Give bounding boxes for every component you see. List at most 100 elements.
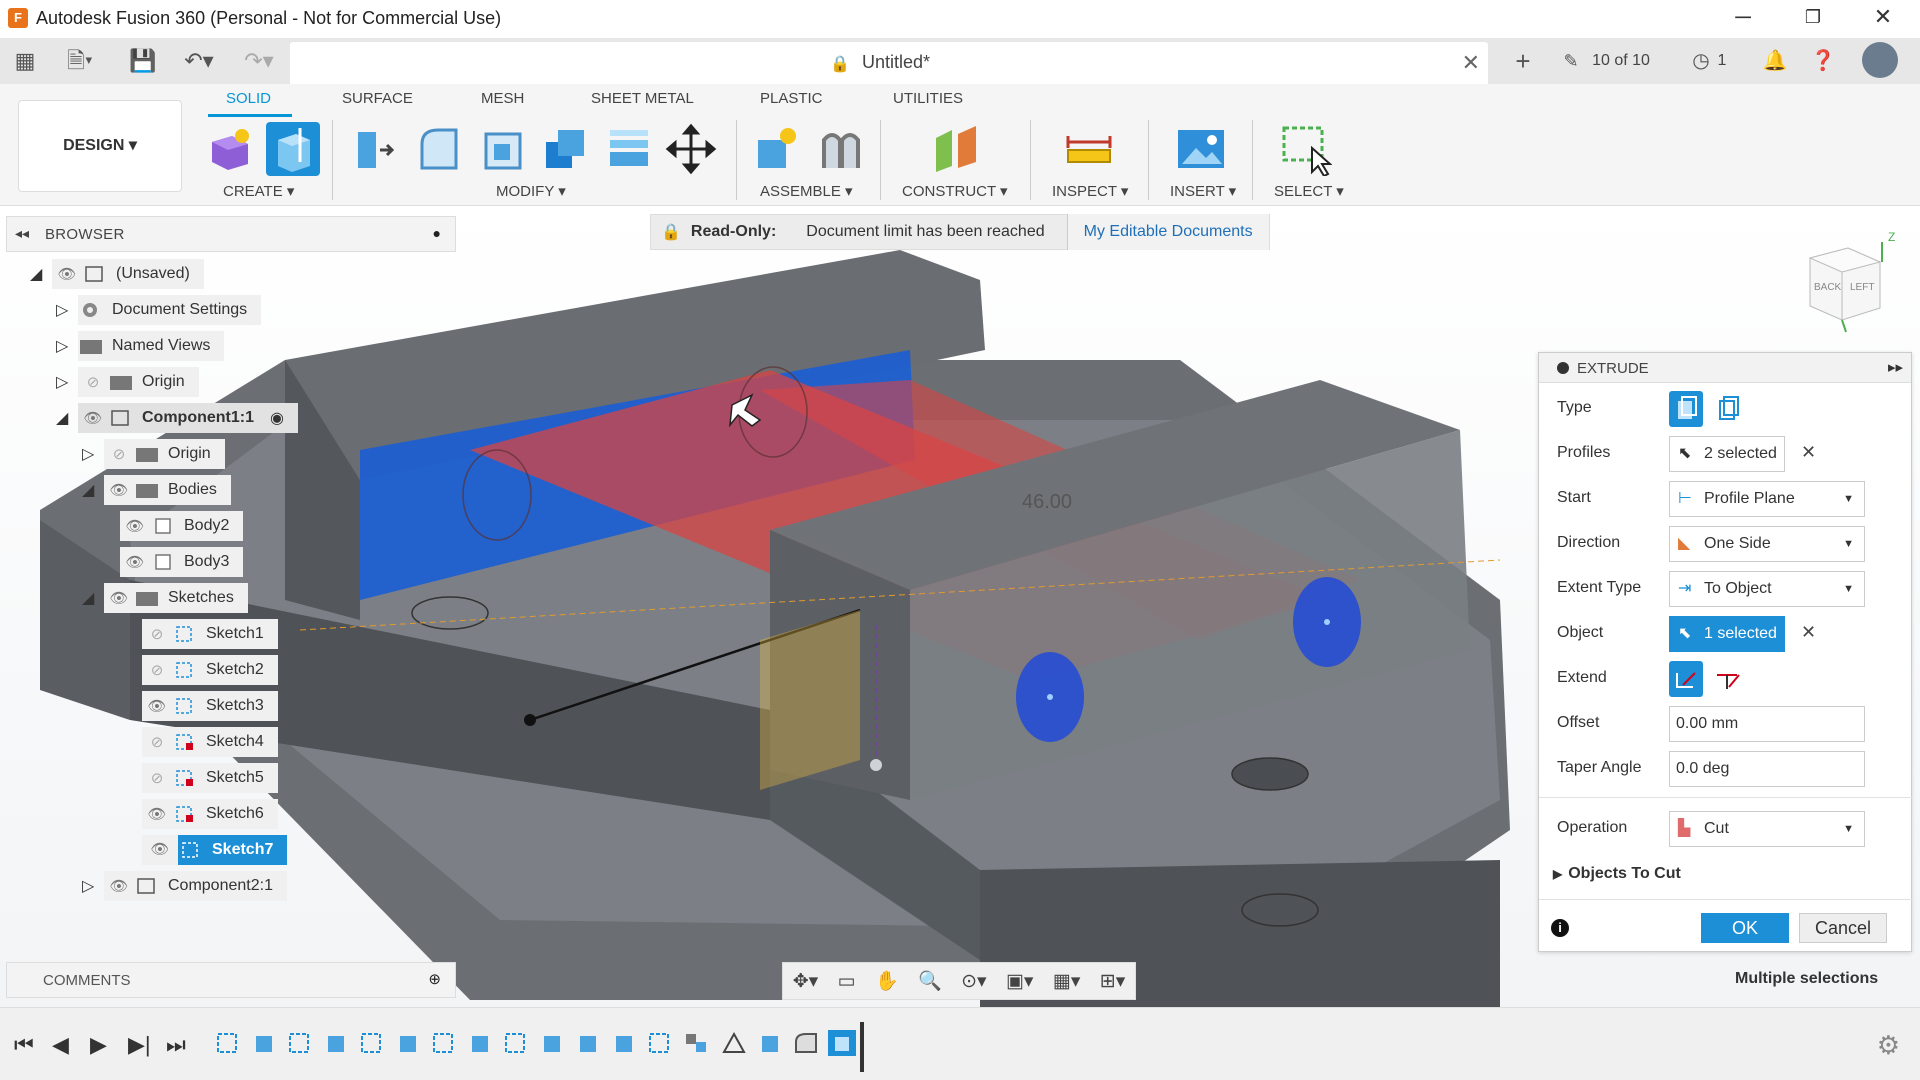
timeline-sketch-icon[interactable] [502, 1030, 530, 1056]
document-tab[interactable]: 🔒 Untitled* ✕ [290, 42, 1488, 84]
timeline-joint-icon[interactable] [720, 1030, 748, 1056]
start-select[interactable]: ⊢ Profile Plane ▼ [1669, 481, 1865, 517]
extend-min-solution-icon[interactable] [1669, 661, 1703, 697]
tree-item-bodies[interactable]: ◢ 👁 Bodies [82, 475, 231, 505]
visibility-icon[interactable]: 👁 [104, 481, 134, 499]
dimension-label[interactable]: 46.00 [1022, 491, 1072, 514]
timeline-extrude-icon[interactable] [610, 1030, 638, 1056]
play-icon[interactable]: ▶ [90, 1032, 107, 1058]
timeline-sketch-icon[interactable] [358, 1030, 386, 1056]
timeline-extrude-icon[interactable] [250, 1030, 278, 1056]
tree-item-sketch5[interactable]: ⊘ Sketch5 [142, 763, 278, 793]
hidden-icon[interactable]: ⊘ [142, 625, 172, 643]
notifications-icon[interactable]: 🔔 [1760, 46, 1790, 76]
timeline-extrude-icon[interactable] [574, 1030, 602, 1056]
clear-object-icon[interactable]: ✕ [1801, 622, 1816, 643]
tree-item-sketch1[interactable]: ⊘ Sketch1 [142, 619, 278, 649]
visibility-icon[interactable]: 👁 [142, 697, 172, 715]
visibility-icon[interactable]: 👁 [52, 265, 82, 283]
extent-type-select[interactable]: ⇥ To Object ▼ [1669, 571, 1865, 607]
offset-face-icon[interactable] [602, 122, 656, 176]
visibility-icon[interactable]: 👁 [120, 517, 150, 535]
step-forward-icon[interactable]: ▶| [128, 1032, 151, 1058]
workspace-switcher[interactable]: DESIGN ▾ [18, 100, 182, 192]
new-component-icon[interactable] [750, 122, 804, 176]
tree-item-sketch6[interactable]: 👁 Sketch6 [142, 799, 278, 829]
expanded-icon[interactable]: ◢ [30, 264, 52, 284]
add-comment-icon[interactable]: ⊕ [428, 970, 441, 988]
tree-item-body3[interactable]: 👁 Body3 [120, 547, 244, 577]
redo-icon[interactable]: ↷▾ [236, 46, 282, 76]
look-at-icon[interactable]: ▭ [838, 970, 856, 993]
group-insert[interactable]: INSERT ▾ [1170, 182, 1236, 200]
apps-grid-icon[interactable]: ▦ [10, 46, 40, 76]
object-selection[interactable]: ⬉ 1 selected [1669, 616, 1785, 652]
timeline-marker[interactable] [860, 1022, 864, 1072]
hidden-icon[interactable]: ⊘ [78, 373, 108, 391]
tree-item-root[interactable]: ◢ 👁 (Unsaved) [30, 259, 204, 289]
timeline-sketch-icon[interactable] [430, 1030, 458, 1056]
new-tab-icon[interactable]: + [1508, 46, 1538, 76]
tree-item-sketch3[interactable]: 👁 Sketch3 [142, 691, 278, 721]
tree-item-named-views[interactable]: ▷ Named Views [56, 331, 225, 361]
group-construct[interactable]: CONSTRUCT ▾ [902, 182, 1008, 200]
undo-icon[interactable]: ↶▾ [176, 46, 222, 76]
extrude-icon[interactable] [266, 122, 320, 176]
tree-item-sketch2[interactable]: ⊘ Sketch2 [142, 655, 278, 685]
clear-profiles-icon[interactable]: ✕ [1801, 442, 1816, 463]
fit-icon[interactable]: ⊙▾ [961, 970, 986, 993]
go-to-end-icon[interactable]: ⏭ [166, 1032, 186, 1058]
dialog-collapse-icon[interactable] [1557, 362, 1569, 374]
visibility-icon[interactable]: 👁 [78, 409, 108, 427]
timeline-active-extrude-icon[interactable] [828, 1030, 856, 1056]
collapse-browser-icon[interactable]: ◂◂ [15, 225, 29, 242]
timeline-fillet-icon[interactable] [792, 1030, 820, 1056]
group-assemble[interactable]: ASSEMBLE ▾ [760, 182, 853, 200]
extrude-dialog-header[interactable]: EXTRUDE ▸▸ [1539, 353, 1911, 383]
extend-faces-icon[interactable] [1711, 661, 1745, 697]
timeline-component-icon[interactable] [682, 1030, 710, 1056]
collapsed-icon[interactable]: ▷ [56, 336, 78, 356]
fillet-icon[interactable] [412, 122, 466, 176]
grid-icon[interactable]: ▦▾ [1053, 970, 1081, 993]
tree-item-sketch7[interactable]: 👁 Sketch7 [142, 835, 288, 865]
group-modify[interactable]: MODIFY ▾ [496, 182, 566, 200]
tab-solid[interactable]: SOLID [226, 90, 271, 107]
expanded-icon[interactable]: ◢ [82, 588, 104, 608]
hidden-icon[interactable]: ⊘ [142, 769, 172, 787]
viewcube[interactable]: Z BACK LEFT [1790, 228, 1900, 338]
group-select[interactable]: SELECT ▾ [1274, 182, 1344, 200]
go-to-start-icon[interactable]: ⏮ [14, 1032, 34, 1058]
collapsed-icon[interactable]: ▷ [56, 300, 78, 320]
tree-item-body2[interactable]: 👁 Body2 [120, 511, 244, 541]
tab-mesh[interactable]: MESH [481, 90, 524, 107]
visibility-icon[interactable]: 👁 [120, 553, 150, 571]
visibility-icon[interactable]: 👁 [104, 877, 134, 895]
timeline-extrude-icon[interactable] [394, 1030, 422, 1056]
orbit-icon[interactable]: ✥▾ [793, 970, 818, 993]
expanded-icon[interactable]: ◢ [56, 408, 78, 428]
move-copy-icon[interactable] [664, 122, 718, 176]
timeline-extrude-icon[interactable] [322, 1030, 350, 1056]
profiles-selection[interactable]: ⬉ 2 selected [1669, 436, 1785, 472]
joint-icon[interactable] [814, 122, 868, 176]
direction-select[interactable]: ◣ One Side ▼ [1669, 526, 1865, 562]
tree-item-component2[interactable]: ▷ 👁 Component2:1 [82, 871, 287, 901]
hidden-icon[interactable]: ⊘ [142, 661, 172, 679]
document-count[interactable]: 10 of 10 [1588, 46, 1654, 76]
expand-dialog-icon[interactable]: ▸▸ [1888, 358, 1903, 376]
activate-radio-icon[interactable]: ◉ [270, 408, 284, 428]
file-menu-icon[interactable]: 🗎▾ [60, 46, 100, 76]
save-icon[interactable]: 💾 [128, 46, 158, 76]
user-avatar[interactable] [1862, 42, 1898, 78]
zoom-icon[interactable]: 🔍 [918, 969, 942, 993]
create-form-icon[interactable] [202, 122, 256, 176]
press-pull-icon[interactable] [348, 122, 402, 176]
collapsed-icon[interactable]: ▷ [56, 372, 78, 392]
tree-item-sketches[interactable]: ◢ 👁 Sketches [82, 583, 248, 613]
visibility-icon[interactable]: 👁 [142, 835, 178, 865]
insert-image-icon[interactable] [1174, 122, 1228, 176]
expanded-icon[interactable]: ◢ [82, 480, 104, 500]
close-button[interactable]: ✕ [1848, 0, 1918, 36]
timeline-extrude-icon[interactable] [538, 1030, 566, 1056]
